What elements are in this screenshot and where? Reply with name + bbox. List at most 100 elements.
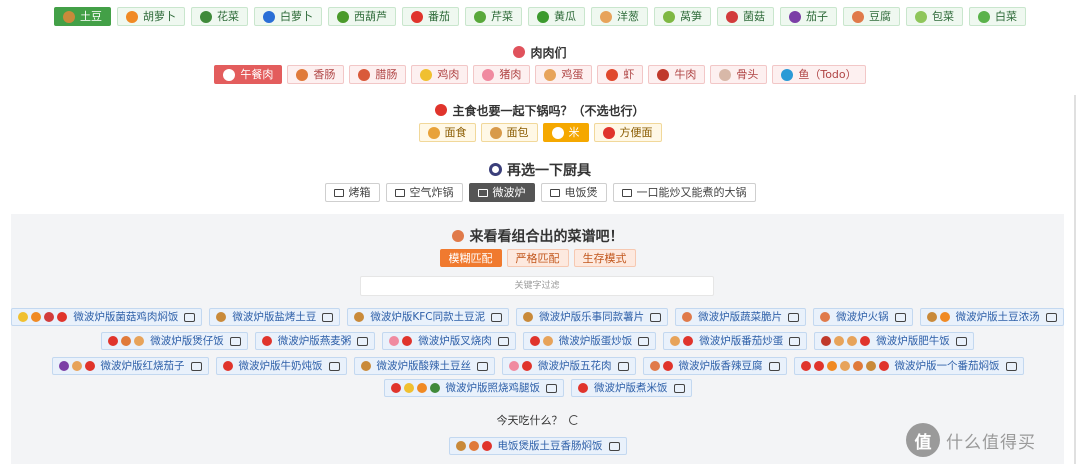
tag-label: 微波炉 xyxy=(492,186,526,199)
ingredient-icon xyxy=(529,336,540,346)
vegetable-tag[interactable]: 黄瓜 xyxy=(528,7,585,26)
refresh-icon[interactable] xyxy=(568,415,579,425)
recipe-link[interactable]: 微波炉版番茄炒蛋 xyxy=(663,332,808,350)
cucumber-icon xyxy=(537,10,549,23)
video-icon xyxy=(788,312,800,322)
tag-label: 菌菇 xyxy=(743,10,765,23)
potato-icon xyxy=(63,10,75,23)
zucchini-icon xyxy=(337,10,349,23)
tool-tag[interactable]: 微波炉 xyxy=(468,183,535,202)
recipe-title: 微波炉版菌菇鸡肉焖饭 xyxy=(73,310,179,323)
meat-tag[interactable]: 午餐肉 xyxy=(214,65,283,84)
scrollbar[interactable] xyxy=(1074,95,1076,464)
watermark-text: 什么值得买 xyxy=(946,432,1036,453)
recipe-link[interactable]: 微波炉版蔬菜脆片 xyxy=(675,308,807,326)
luncheon-meat-icon xyxy=(223,68,236,81)
ingredient-icon xyxy=(57,312,68,322)
match-mode-button[interactable]: 严格匹配 xyxy=(506,249,569,267)
tool-tag[interactable]: 电饭煲 xyxy=(540,183,607,202)
meat-tag[interactable]: 香肠 xyxy=(287,65,345,84)
video-icon xyxy=(322,312,334,322)
recipe-link[interactable]: 微波炉版煲仔饭 xyxy=(101,332,248,350)
video-icon xyxy=(190,361,202,371)
recipe-link[interactable]: 微波炉版菌菇鸡肉焖饭 xyxy=(11,308,203,326)
recipe-link[interactable]: 微波炉版乐事同款薯片 xyxy=(516,308,669,326)
tool-tag[interactable]: 烤箱 xyxy=(324,183,380,202)
recipe-link[interactable]: 微波炉版牛奶炖饭 xyxy=(215,357,347,375)
recipe-link[interactable]: 微波炉版香辣豆腐 xyxy=(642,357,787,375)
meat-tag[interactable]: 鱼（Todo） xyxy=(772,65,866,84)
tool-tag[interactable]: 空气炸锅 xyxy=(385,183,463,202)
meat-tag[interactable]: 猪肉 xyxy=(473,65,531,84)
air-fryer-icon xyxy=(394,188,405,197)
recipe-link[interactable]: 微波炉版燕麦粥 xyxy=(254,332,376,350)
recipe-link[interactable]: 微波炉版酸辣土豆丝 xyxy=(353,357,495,375)
recipe-link[interactable]: 微波炉版叉烧肉 xyxy=(382,332,516,350)
vegetable-tag[interactable]: 芹菜 xyxy=(465,7,522,26)
keyword-filter-input[interactable]: 关键字过滤 xyxy=(360,276,714,296)
vegetable-tag[interactable]: 花菜 xyxy=(191,7,248,26)
meat-icon xyxy=(513,46,526,58)
tag-label: 一口能炒又能煮的大锅 xyxy=(636,186,747,199)
vegetable-tag[interactable]: 胡萝卜 xyxy=(117,7,185,26)
ingredient-icon xyxy=(108,336,119,346)
vegetable-tag[interactable]: 茄子 xyxy=(780,7,837,26)
watermark: 值 什么值得买 xyxy=(906,420,1076,460)
ingredient-icon xyxy=(865,361,876,371)
recipe-link[interactable]: 电饭煲版土豆香肠焖饭 xyxy=(448,437,627,455)
recipe-link[interactable]: 微波炉版KFC同款土豆泥 xyxy=(347,308,510,326)
recipe-link[interactable]: 微波炉版红烧茄子 xyxy=(51,357,209,375)
vegetable-tag[interactable]: 莴笋 xyxy=(654,7,711,26)
ingredient-icon xyxy=(826,361,837,371)
meat-tag[interactable]: 骨头 xyxy=(710,65,768,84)
tag-label: 白菜 xyxy=(995,10,1017,23)
ingredient-icon xyxy=(821,336,832,346)
meat-tag[interactable]: 牛肉 xyxy=(648,65,706,84)
ingredient-icon xyxy=(134,336,145,346)
tag-label: 米 xyxy=(568,126,580,139)
match-mode-button[interactable]: 模糊匹配 xyxy=(439,249,502,267)
recipe-link[interactable]: 微波炉火锅 xyxy=(813,308,913,326)
ingredient-icon xyxy=(813,361,824,371)
pot-icon xyxy=(451,230,464,242)
staple-tag[interactable]: 面包 xyxy=(480,123,538,142)
video-icon xyxy=(617,361,629,371)
noodles-icon xyxy=(427,126,440,139)
recipe-link[interactable]: 微波炉版土豆浓汤 xyxy=(919,308,1064,326)
match-mode-button[interactable]: 生存模式 xyxy=(573,249,636,267)
mushroom-icon xyxy=(726,10,738,23)
vegetable-tag[interactable]: 土豆 xyxy=(54,7,111,26)
vegetable-tag[interactable]: 洋葱 xyxy=(591,7,648,26)
recipe-link[interactable]: 微波炉版盐烤土豆 xyxy=(209,308,341,326)
tag-label: 鸡蛋 xyxy=(561,68,584,81)
recipe-link[interactable]: 微波炉版煮米饭 xyxy=(571,379,692,397)
vegetable-tag[interactable]: 白菜 xyxy=(969,7,1026,26)
meat-tag[interactable]: 腊肠 xyxy=(349,65,407,84)
meat-tag[interactable]: 鸡肉 xyxy=(411,65,469,84)
recipe-title: 微波炉版红烧茄子 xyxy=(100,359,185,372)
video-icon xyxy=(184,312,196,322)
recipe-link[interactable]: 微波炉版五花肉 xyxy=(502,357,636,375)
staple-tag[interactable]: 米 xyxy=(542,123,589,142)
recipe-link[interactable]: 微波炉版蛋炒饭 xyxy=(522,332,657,350)
recipe-link[interactable]: 微波炉版照烧鸡腿饭 xyxy=(383,379,564,397)
vegetable-tag[interactable]: 豆腐 xyxy=(843,7,900,26)
vegetable-tag[interactable]: 西葫芦 xyxy=(328,7,396,26)
vegetable-tag[interactable]: 白萝卜 xyxy=(254,7,322,26)
vegetable-tag[interactable]: 菌菇 xyxy=(717,7,774,26)
staple-tag[interactable]: 面食 xyxy=(418,123,476,142)
recipe-link[interactable]: 微波炉版肥牛饭 xyxy=(814,332,974,350)
tool-tag[interactable]: 一口能炒又能煮的大锅 xyxy=(612,183,756,202)
tag-label: 西葫芦 xyxy=(354,10,387,23)
recipe-title: 微波炉火锅 xyxy=(836,310,889,323)
recipe-link[interactable]: 微波炉版一个番茄焖饭 xyxy=(793,357,1024,375)
staple-tag[interactable]: 方便面 xyxy=(593,123,662,142)
recipe-title: 微波炉版叉烧肉 xyxy=(418,334,492,347)
meat-tag[interactable]: 鸡蛋 xyxy=(535,65,593,84)
vegetable-tag[interactable]: 番茄 xyxy=(402,7,459,26)
meat-tag[interactable]: 虾 xyxy=(597,65,644,84)
eggplant-icon xyxy=(789,10,801,23)
tag-label: 牛肉 xyxy=(674,68,697,81)
radish-icon xyxy=(263,10,275,23)
vegetable-tag[interactable]: 包菜 xyxy=(906,7,963,26)
